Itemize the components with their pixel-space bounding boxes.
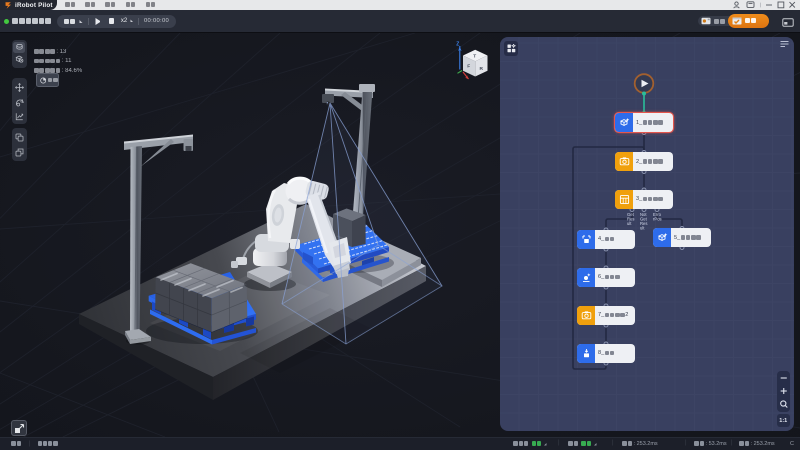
- svg-text:ult: ult: [640, 225, 645, 230]
- svg-text:rPos: rPos: [653, 216, 662, 221]
- svg-text:F: F: [467, 63, 470, 69]
- svg-text:Z: Z: [456, 42, 459, 48]
- svg-text:ult: ult: [627, 221, 632, 226]
- svg-text:R: R: [480, 66, 484, 72]
- svg-text:T: T: [473, 54, 476, 60]
